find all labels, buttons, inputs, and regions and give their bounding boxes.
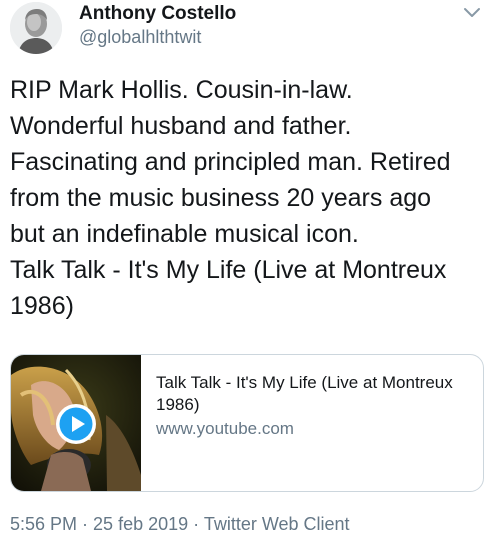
card-domain[interactable]: www.youtube.com — [156, 418, 294, 440]
tweet-time[interactable]: 5:56 PM — [10, 514, 77, 534]
card-title[interactable]: Talk Talk - It's My Life (Live at Montre… — [156, 372, 466, 416]
tweet-text: RIP Mark Hollis. Cousin-in-law. Wonderfu… — [10, 76, 451, 320]
author-handle[interactable]: @globalhlthtwit — [79, 27, 201, 48]
meta-separator: · — [77, 514, 94, 534]
link-card[interactable]: Talk Talk - It's My Life (Live at Montre… — [10, 354, 484, 492]
play-icon[interactable] — [55, 403, 97, 445]
tweet-date[interactable]: 25 feb 2019 — [93, 514, 188, 534]
tweet: Anthony Costello @globalhlthtwit RIP Mar… — [0, 0, 490, 539]
avatar[interactable] — [10, 2, 62, 54]
tweet-meta: 5:56 PM · 25 feb 2019 · Twitter Web Clie… — [10, 514, 350, 535]
tweet-client[interactable]: Twitter Web Client — [204, 514, 350, 534]
author-name[interactable]: Anthony Costello — [79, 3, 236, 25]
video-thumbnail[interactable] — [11, 355, 141, 491]
chevron-down-icon[interactable] — [462, 2, 482, 22]
meta-separator: · — [188, 514, 204, 534]
avatar-photo-icon — [10, 2, 62, 54]
